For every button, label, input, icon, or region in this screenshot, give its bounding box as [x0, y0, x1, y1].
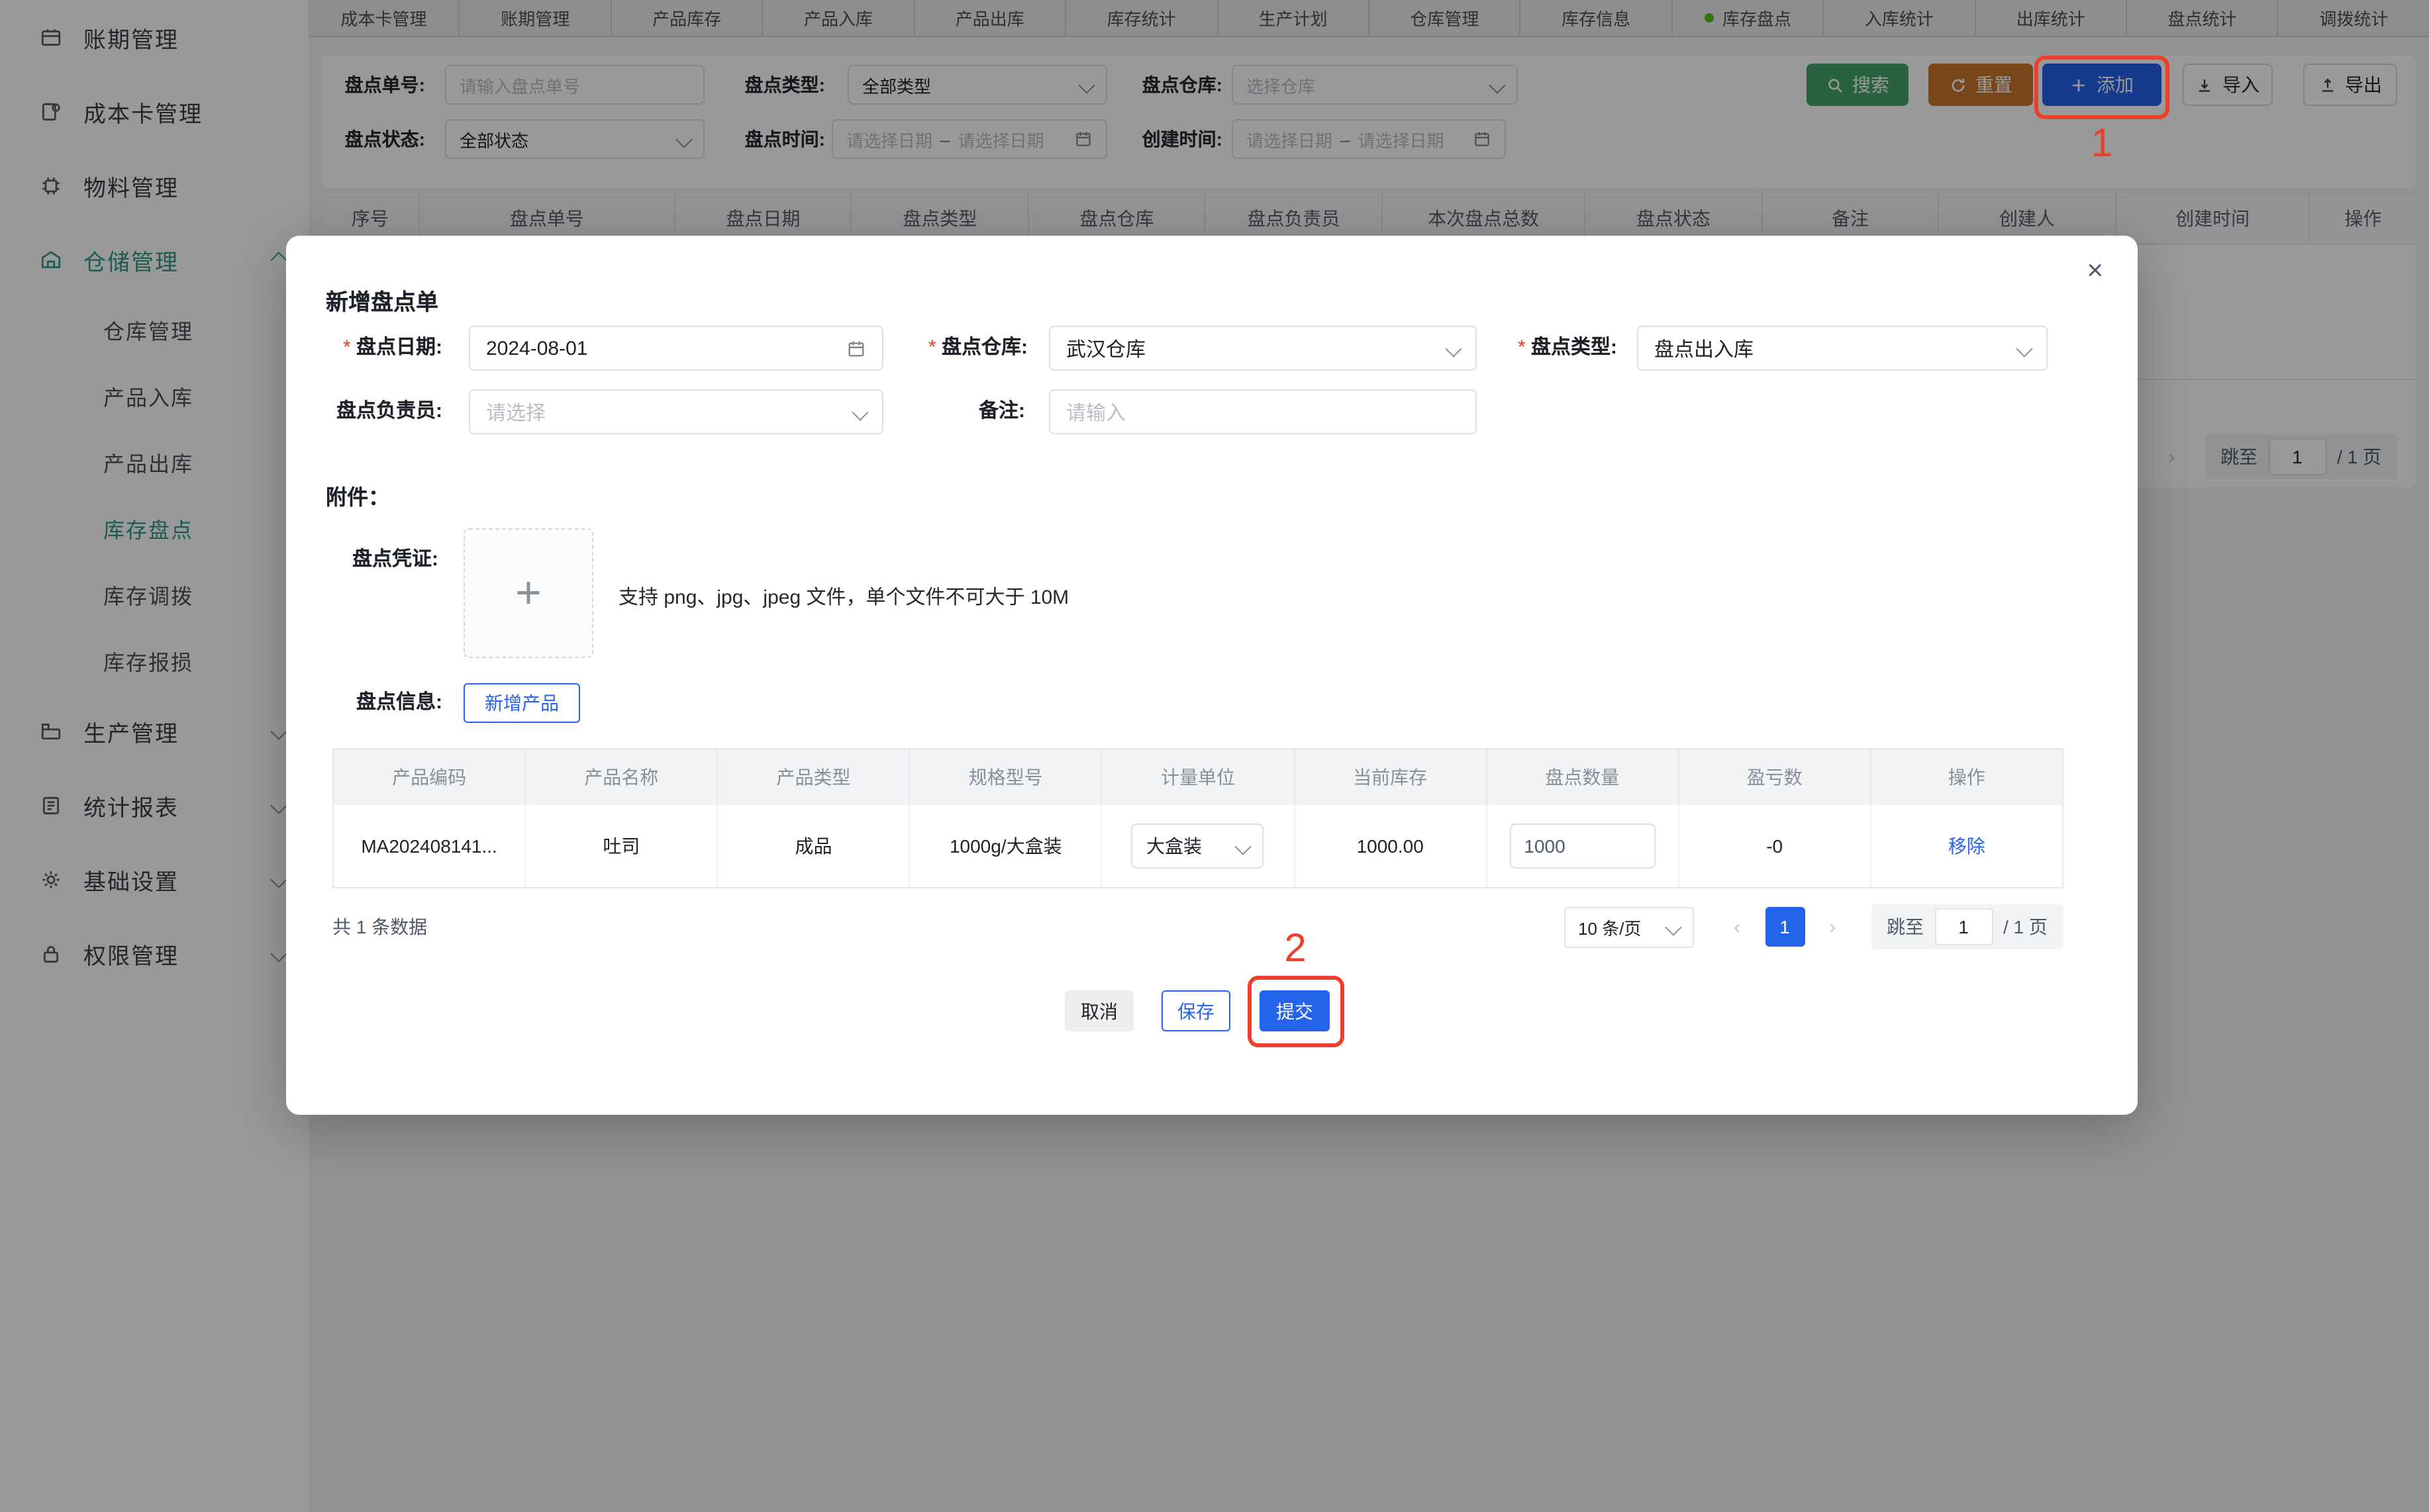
button-label: 取消	[1081, 998, 1118, 1024]
manager-select[interactable]: 请选择	[469, 389, 883, 434]
column-header: 产品类型	[718, 749, 910, 805]
chevron-down-icon	[852, 403, 868, 420]
remark-input[interactable]: 请输入	[1049, 389, 1477, 434]
info-label: 盘点信息:	[313, 681, 442, 726]
warehouse-field-label: 盘点仓库:	[895, 326, 1028, 371]
annotation-number-1: 1	[2082, 122, 2122, 167]
type-field-label: 盘点类型:	[1485, 326, 1617, 371]
page-size-select[interactable]: 10 条/页	[1563, 906, 1693, 947]
cancel-button[interactable]: 取消	[1065, 990, 1134, 1031]
chevron-down-icon	[2016, 340, 2032, 356]
column-header: 规格型号	[911, 749, 1103, 805]
current-page-button[interactable]: 1	[1765, 907, 1805, 947]
product-name-cell: 吐司	[526, 805, 718, 887]
select-value: 盘点出入库	[1654, 334, 1754, 362]
column-header: 盘点数量	[1487, 749, 1679, 805]
total-count-label: 共 1 条数据	[332, 914, 427, 940]
new-stocktaking-modal: 新增盘点单 × 盘点日期: 2024-08-01 盘点仓库: 武汉仓库 盘点类型…	[286, 236, 2138, 1115]
modal-title: 新增盘点单	[326, 283, 438, 316]
select-placeholder: 请选择	[486, 398, 546, 426]
stocktaking-date-input[interactable]: 2024-08-01	[469, 326, 883, 371]
diff-cell: -0	[1679, 805, 1871, 887]
jump-to-page-group: 跳至 / 1 页	[1871, 904, 2063, 949]
chevron-down-icon	[1664, 918, 1681, 935]
product-table: 产品编码 产品名称 产品类型 规格型号 计量单位 当前库存 盘点数量 盈亏数 操…	[332, 748, 2063, 888]
modal-pagination: 共 1 条数据 10 条/页 ‹ 1 › 跳至 / 1 页	[332, 904, 2063, 949]
app-root: 账期管理 成本卡管理 物料管理 仓储管理 仓库管理 产品入库 产品出库 库存盘点…	[0, 0, 2429, 1512]
column-header: 产品编码	[334, 749, 526, 805]
column-header: 产品名称	[526, 749, 718, 805]
unit-cell: 大盒装	[1103, 805, 1295, 887]
chevron-down-icon	[1235, 837, 1252, 854]
product-table-header: 产品编码 产品名称 产品类型 规格型号 计量单位 当前库存 盘点数量 盈亏数 操…	[334, 749, 2062, 805]
save-button[interactable]: 保存	[1162, 990, 1230, 1031]
remark-field-label: 备注:	[893, 389, 1025, 434]
calendar-icon	[846, 338, 866, 358]
column-header: 计量单位	[1103, 749, 1295, 805]
annotation-box-1	[2034, 56, 2169, 119]
product-table-row: MA202408141... 吐司 成品 1000g/大盒装 大盒装 1000.…	[334, 805, 2062, 887]
column-header: 操作	[1871, 749, 2062, 805]
column-header: 当前库存	[1295, 749, 1487, 805]
prev-page-icon[interactable]: ‹	[1717, 916, 1757, 938]
date-field-label: 盘点日期:	[313, 326, 442, 371]
next-page-icon[interactable]: ›	[1812, 916, 1852, 938]
button-label: 保存	[1177, 998, 1214, 1024]
chevron-down-icon	[1445, 340, 1462, 356]
current-stock-cell: 1000.00	[1295, 805, 1487, 887]
modal-type-select[interactable]: 盘点出入库	[1637, 326, 2048, 371]
remove-link[interactable]: 移除	[1871, 805, 2062, 887]
product-spec-cell: 1000g/大盒装	[911, 805, 1103, 887]
select-value: 武汉仓库	[1066, 334, 1146, 362]
jump-label: 跳至	[1887, 914, 1924, 940]
column-header: 盈亏数	[1679, 749, 1871, 805]
product-code-cell: MA202408141...	[334, 805, 526, 887]
upload-plus-icon: +	[515, 567, 542, 619]
input-placeholder: 请输入	[1066, 398, 1126, 426]
attachment-section-title: 附件：	[326, 479, 389, 511]
voucher-label: 盘点凭证:	[313, 538, 438, 583]
manager-field-label: 盘点负责员:	[313, 389, 442, 434]
modal-warehouse-select[interactable]: 武汉仓库	[1049, 326, 1477, 371]
count-cell	[1487, 805, 1679, 887]
count-input[interactable]	[1509, 824, 1655, 869]
upload-dropzone[interactable]: +	[464, 528, 593, 658]
annotation-box-2	[1248, 976, 1344, 1047]
close-icon[interactable]: ×	[2087, 257, 2103, 285]
annotation-number-2: 2	[1275, 927, 1315, 972]
add-product-button[interactable]: 新增产品	[464, 683, 580, 723]
upload-hint: 支持 png、jpg、jpeg 文件，单个文件不可大于 10M	[619, 583, 1069, 610]
page-jump-input[interactable]	[1934, 908, 1993, 945]
total-pages-label: / 1 页	[2003, 914, 2048, 940]
select-value: 大盒装	[1146, 833, 1202, 859]
product-type-cell: 成品	[718, 805, 910, 887]
select-value: 10 条/页	[1578, 914, 1641, 939]
unit-select[interactable]: 大盒装	[1132, 824, 1264, 869]
date-value: 2024-08-01	[486, 337, 587, 359]
button-label: 新增产品	[485, 690, 559, 716]
